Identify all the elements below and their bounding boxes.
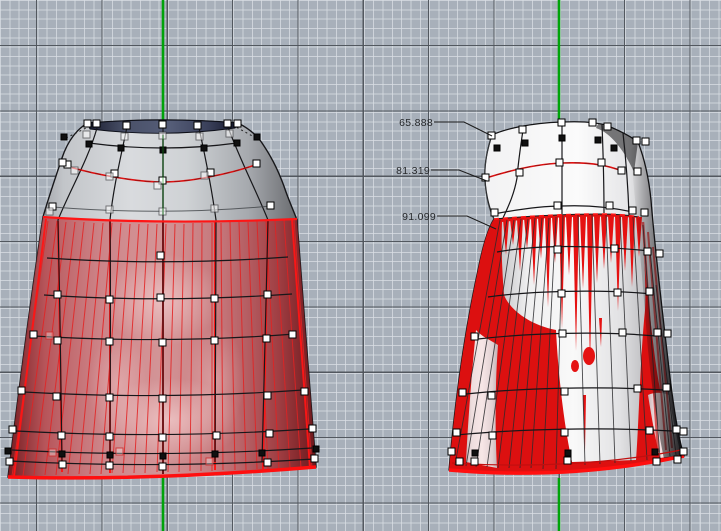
dimension-label[interactable]: 91.099 xyxy=(402,211,436,223)
dimension-91099[interactable]: 91.099 xyxy=(402,211,497,230)
dimension-leader xyxy=(437,215,497,230)
scene[interactable]: 65.888 81.319 91.099 xyxy=(0,0,721,531)
model-perspective-view[interactable] xyxy=(447,118,688,475)
dimension-leader xyxy=(434,121,493,137)
dimension-label[interactable]: 65.888 xyxy=(399,117,433,129)
dimension-81319[interactable]: 81.319 xyxy=(396,165,488,182)
dimension-leader xyxy=(431,169,488,182)
dimension-annotations[interactable]: 65.888 81.319 91.099 xyxy=(396,117,497,230)
viewport-canvas[interactable]: 65.888 81.319 91.099 xyxy=(0,0,721,531)
model-front-view[interactable] xyxy=(4,119,320,480)
dimension-label[interactable]: 81.319 xyxy=(396,165,430,177)
dimension-65888[interactable]: 65.888 xyxy=(399,117,493,137)
